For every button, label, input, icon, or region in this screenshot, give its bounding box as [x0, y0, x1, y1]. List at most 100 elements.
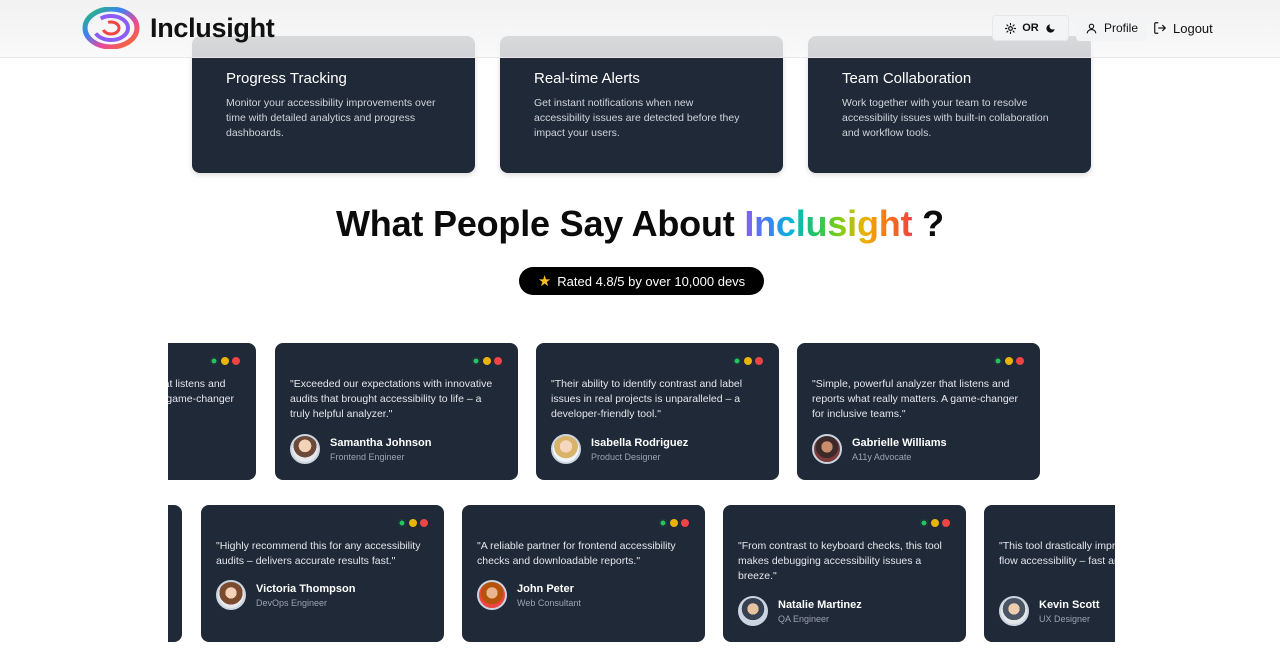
theme-toggle[interactable]: OR — [992, 15, 1069, 41]
profile-label: Profile — [1103, 21, 1138, 35]
rating-badge: ★ Rated 4.8/5 by over 10,000 devs — [519, 267, 764, 295]
yellow-dot-icon — [409, 519, 417, 527]
author-role: A11y Advocate — [852, 451, 912, 462]
yellow-dot-icon — [931, 519, 939, 527]
red-dot-icon — [681, 519, 689, 527]
testimonial-card: "Simple, powerful analyzer that listens … — [797, 343, 1040, 480]
author-role: UX Designer — [1039, 613, 1091, 624]
red-dot-icon — [755, 357, 763, 365]
red-dot-icon — [494, 357, 502, 365]
testimonial-author: Gabrielle Williams A11y Advocate — [812, 434, 947, 464]
green-dot-icon — [472, 357, 480, 365]
author-role: Web Consultant — [517, 597, 581, 608]
yellow-dot-icon — [221, 357, 229, 365]
yellow-dot-icon — [670, 519, 678, 527]
testimonial-quote: "From contrast to keyboard checks, this … — [738, 540, 942, 582]
testimonial-author: Samantha Johnson Frontend Engineer — [290, 434, 431, 464]
moon-icon — [1046, 23, 1055, 33]
green-dot-icon — [994, 357, 1002, 365]
testimonial-author: Victoria Thompson DevOps Engineer — [216, 580, 355, 610]
red-dot-icon — [420, 519, 428, 527]
avatar — [216, 580, 246, 610]
avatar — [812, 434, 842, 464]
testimonial-quote: "A reliable partner for frontend accessi… — [477, 540, 676, 567]
heading-prefix: What People Say About — [336, 203, 735, 244]
testimonial-quote: "Simple, powerful analyzer that listens … — [168, 378, 235, 405]
author-name: Kevin Scott — [1039, 598, 1100, 611]
testimonial-card: "This tool drastically improved our onbo… — [984, 505, 1115, 642]
profile-button[interactable]: Profile — [1076, 15, 1147, 41]
author-name: Isabella Rodriguez — [591, 436, 689, 449]
brand-name: Inclusight — [150, 12, 275, 43]
testimonial-quote: "Their ability to identify contrast and … — [551, 378, 743, 420]
testimonial-row-2: "Highly recommend this for any accessibi… — [168, 505, 1115, 643]
card-dots — [472, 357, 502, 365]
yellow-dot-icon — [1005, 357, 1013, 365]
green-dot-icon — [733, 357, 741, 365]
author-name: Gabrielle Williams — [852, 436, 947, 449]
card-dots — [210, 357, 240, 365]
green-dot-icon — [659, 519, 667, 527]
avatar — [477, 580, 507, 610]
testimonial-row-1: "Simple, powerful analyzer that listens … — [168, 343, 1115, 481]
testimonial-author: Kevin Scott UX Designer — [999, 596, 1100, 626]
testimonial-card: "A reliable partner for frontend accessi… — [462, 505, 705, 642]
star-icon: ★ — [537, 273, 552, 290]
heading-suffix: ? — [922, 203, 944, 244]
author-name: Victoria Thompson — [256, 582, 356, 595]
logout-icon — [1154, 22, 1167, 34]
feature-title: Team Collaboration — [842, 70, 972, 87]
feature-desc: Monitor your accessibility improvements … — [226, 97, 436, 139]
testimonial-card: "Simple, powerful analyzer that listens … — [168, 343, 256, 480]
card-dots — [659, 519, 689, 527]
card-dots — [733, 357, 763, 365]
feature-desc: Work together with your team to resolve … — [842, 97, 1049, 139]
author-role: Frontend Engineer — [330, 451, 405, 462]
testimonial-card: "Exceeded our expectations with innovati… — [275, 343, 518, 480]
top-header: Inclusight OR Profile Logout — [0, 0, 1280, 58]
card-dots — [398, 519, 428, 527]
logout-button[interactable]: Logout — [1153, 15, 1213, 41]
logout-label: Logout — [1173, 20, 1213, 36]
avatar — [551, 434, 581, 464]
logo-swirl-icon — [82, 7, 140, 49]
red-dot-icon — [1016, 357, 1024, 365]
testimonials-heading: What People Say About Inclusight ? — [0, 203, 1280, 245]
theme-toggle-label: OR — [1022, 22, 1039, 34]
testimonial-card: "Highly recommend this for any accessibi… — [201, 505, 444, 642]
feature-desc: Get instant notifications when new acces… — [534, 97, 740, 139]
testimonial-author: Isabella Rodriguez Product Designer — [551, 434, 688, 464]
card-dots — [994, 357, 1024, 365]
brand-logo[interactable]: Inclusight — [82, 7, 275, 49]
testimonial-quote: "Exceeded our expectations with innovati… — [290, 378, 493, 420]
testimonial-card — [168, 505, 182, 642]
testimonial-card: "From contrast to keyboard checks, this … — [723, 505, 966, 642]
yellow-dot-icon — [744, 357, 752, 365]
testimonial-author: John Peter Web Consultant — [477, 580, 581, 610]
feature-title: Progress Tracking — [226, 70, 347, 87]
card-dots — [920, 519, 950, 527]
avatar — [290, 434, 320, 464]
red-dot-icon — [232, 357, 240, 365]
green-dot-icon — [210, 357, 218, 365]
testimonial-card: "Their ability to identify contrast and … — [536, 343, 779, 480]
rating-text: Rated 4.8/5 by over 10,000 devs — [557, 273, 746, 289]
sun-icon — [1005, 22, 1017, 34]
heading-brand: Inclusight — [744, 203, 913, 244]
author-name: Natalie Martinez — [778, 598, 862, 611]
red-dot-icon — [942, 519, 950, 527]
avatar — [738, 596, 768, 626]
testimonial-quote: "Highly recommend this for any accessibi… — [216, 540, 421, 567]
author-role: DevOps Engineer — [256, 597, 328, 608]
yellow-dot-icon — [483, 357, 491, 365]
feature-title: Real-time Alerts — [534, 70, 640, 87]
testimonial-quote: "Simple, powerful analyzer that listens … — [812, 378, 1019, 420]
avatar — [999, 596, 1029, 626]
green-dot-icon — [920, 519, 928, 527]
testimonial-quote: "This tool drastically improved our onbo… — [999, 540, 1115, 567]
author-name: Samantha Johnson — [330, 436, 432, 449]
green-dot-icon — [398, 519, 406, 527]
author-role: QA Engineer — [778, 613, 830, 624]
user-icon — [1086, 23, 1097, 33]
author-name: John Peter — [517, 582, 574, 595]
